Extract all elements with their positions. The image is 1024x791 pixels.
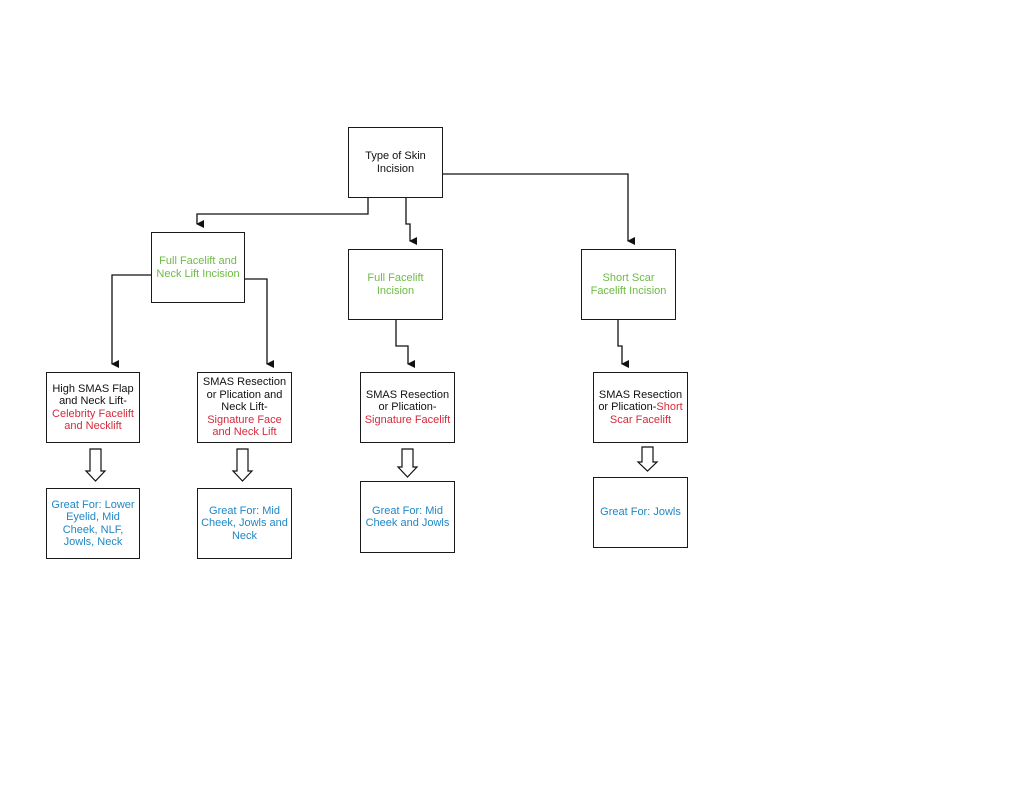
connector-full-neck-to-high-smas (111, 274, 152, 368)
outcome-node-signature-facelift: Great For: Mid Cheek and Jowls (360, 481, 455, 553)
incision-label: Short Scar Facelift Incision (590, 272, 667, 297)
incision-label: Full Facelift Incision (367, 272, 424, 297)
root-node-label: Type of Skin Incision (365, 150, 426, 175)
technique-node-high-smas-flap: High SMAS Flap and Neck Lift-Celebrity F… (46, 372, 140, 443)
connector-root-to-full (405, 198, 417, 245)
technique-description: SMAS Resection or Plication and Neck Lif… (202, 376, 287, 414)
root-node-skin-incision-type: Type of Skin Incision (348, 127, 443, 198)
technique-description: High SMAS Flap and Neck Lift- (52, 382, 134, 408)
hollow-arrow-down-icon (396, 448, 419, 478)
technique-node-smas-resection-short-scar: SMAS Resection or Plication-Short Scar F… (593, 372, 688, 443)
procedure-name: Signature Facelift (364, 413, 451, 426)
technique-description: SMAS Resection or Plication- (365, 388, 450, 414)
technique-label: SMAS Resection or Plication-Short Scar F… (597, 389, 684, 427)
hollow-arrow-down-icon (636, 446, 659, 472)
connector-full-neck-to-smas-neck (244, 278, 274, 368)
incision-label: Full Facelift and Neck Lift Incision (156, 255, 240, 280)
technique-label: High SMAS Flap and Neck Lift-Celebrity F… (50, 383, 136, 433)
connector-root-to-short (442, 173, 635, 245)
incision-node-full-facelift: Full Facelift Incision (348, 249, 443, 320)
outcome-label: Great For: Lower Eyelid, Mid Cheek, NLF,… (51, 498, 135, 549)
outcome-node-celebrity: Great For: Lower Eyelid, Mid Cheek, NLF,… (46, 488, 140, 559)
technique-label: SMAS Resection or Plication and Neck Lif… (201, 376, 288, 439)
connector-root-to-full-neck (196, 198, 369, 228)
outcome-label: Great For: Mid Cheek, Jowls and Neck (201, 504, 288, 542)
outcome-label: Great For: Mid Cheek and Jowls (365, 504, 450, 530)
connector-layer (84, 173, 659, 482)
technique-label: SMAS Resection or Plication-Signature Fa… (364, 389, 451, 427)
hollow-arrow-down-icon (84, 448, 107, 482)
outcome-node-short-scar: Great For: Jowls (593, 477, 688, 548)
incision-node-full-facelift-neck-lift: Full Facelift and Neck Lift Incision (151, 232, 245, 303)
outcome-node-signature-face-neck: Great For: Mid Cheek, Jowls and Neck (197, 488, 292, 559)
technique-node-smas-resection-neck-lift: SMAS Resection or Plication and Neck Lif… (197, 372, 292, 443)
technique-node-smas-resection-signature: SMAS Resection or Plication-Signature Fa… (360, 372, 455, 443)
incision-node-short-scar-facelift: Short Scar Facelift Incision (581, 249, 676, 320)
procedure-name: Celebrity Facelift and Necklift (52, 407, 134, 433)
outcome-label: Great For: Jowls (600, 506, 681, 519)
hollow-arrow-down-icon (231, 448, 254, 482)
procedure-name: Signature Face and Neck Lift (207, 413, 282, 439)
connector-full-to-smas (395, 319, 415, 368)
connector-short-to-smas-short (617, 319, 629, 368)
